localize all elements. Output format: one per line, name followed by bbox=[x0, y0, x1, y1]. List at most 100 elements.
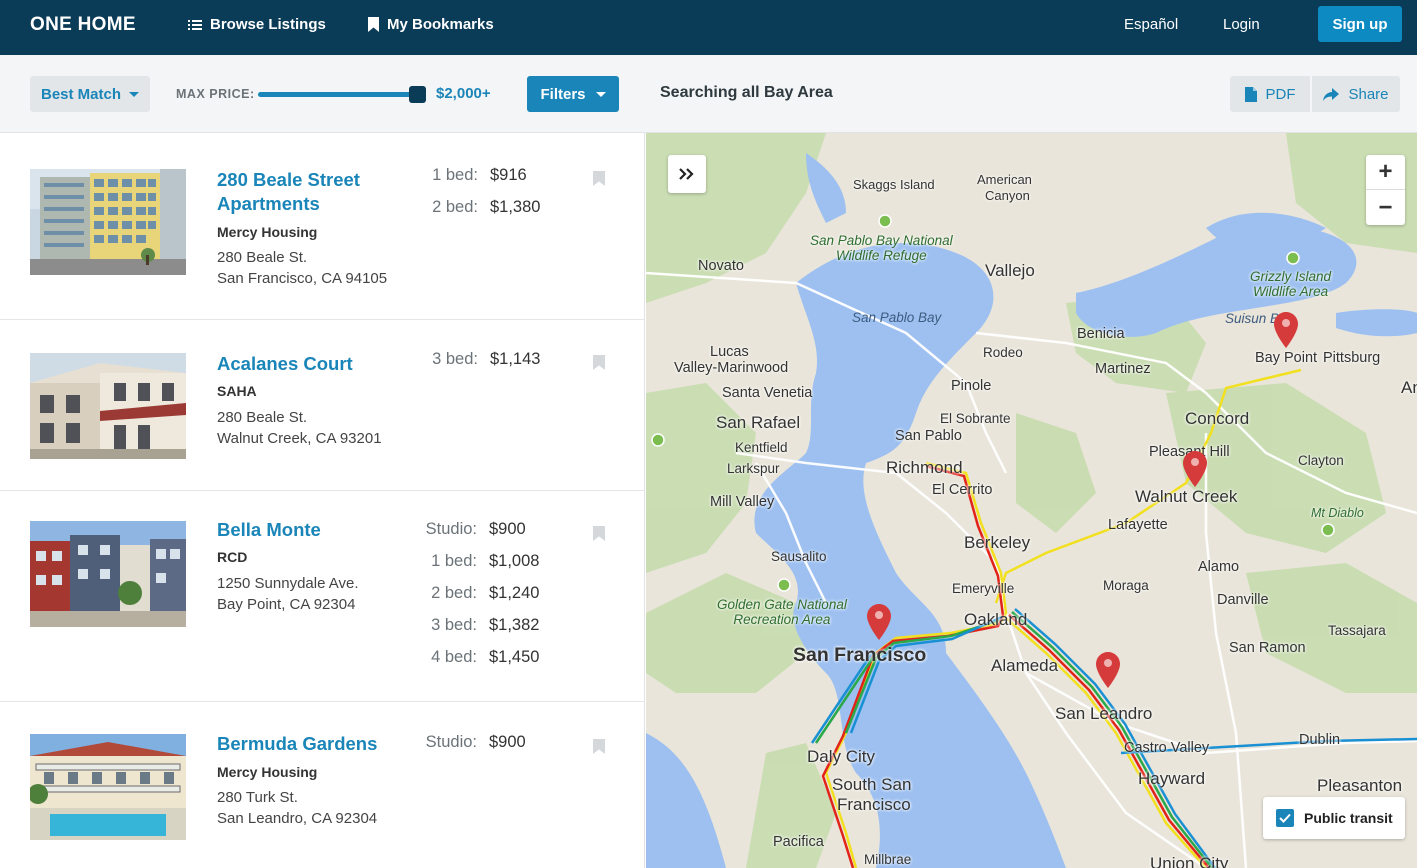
listing-name[interactable]: Bermuda Gardens bbox=[217, 732, 377, 756]
checkmark-icon bbox=[1279, 813, 1291, 823]
my-bookmarks-link[interactable]: My Bookmarks bbox=[368, 16, 494, 33]
map-label: Alameda bbox=[991, 656, 1059, 675]
price-row: 2 bed: $1,240 bbox=[397, 584, 557, 608]
browse-listings-label: Browse Listings bbox=[210, 16, 326, 33]
unit-price: $1,008 bbox=[489, 552, 540, 570]
sort-label: Best Match bbox=[40, 85, 122, 103]
map-label-line: Wildlife Area bbox=[1252, 284, 1329, 299]
map-label: Tassajara bbox=[1328, 623, 1386, 638]
unit-type: Studio: bbox=[425, 520, 477, 538]
map-label-line: Recreation Area bbox=[733, 612, 831, 627]
map-pin-icon[interactable] bbox=[1183, 451, 1207, 487]
zoom-out-button[interactable]: − bbox=[1366, 190, 1405, 225]
price-row: 3 bed: $1,382 bbox=[397, 616, 557, 640]
price-row: Studio: $900 bbox=[397, 520, 557, 544]
listing-address: 280 Turk St. San Leandro, CA 92304 bbox=[217, 787, 377, 829]
map-label: Concord bbox=[1185, 409, 1250, 428]
map-label: Daly City bbox=[807, 747, 876, 766]
map-label: San Ramon bbox=[1229, 640, 1306, 656]
map-label: Berkeley bbox=[964, 533, 1031, 552]
map-label-line: Wildlife Refuge bbox=[835, 248, 927, 263]
map-pin-icon[interactable] bbox=[1096, 652, 1120, 688]
listing-manager: RCD bbox=[217, 549, 248, 565]
listing-photo[interactable] bbox=[30, 521, 186, 627]
sort-dropdown[interactable]: Best Match bbox=[30, 76, 150, 112]
bookmark-icon[interactable] bbox=[593, 526, 605, 541]
listing-name-line2: Apartments bbox=[217, 193, 320, 214]
listing-name[interactable]: Bella Monte bbox=[217, 518, 321, 542]
map-label: American bbox=[977, 172, 1032, 187]
map-label: Bay Point bbox=[1255, 350, 1318, 366]
map-label: Skaggs Island bbox=[853, 177, 935, 192]
listing-name[interactable]: 280 Beale Street Apartments bbox=[217, 168, 360, 216]
map-label-line: Golden Gate National bbox=[717, 597, 847, 612]
map-pin-icon[interactable] bbox=[1274, 312, 1298, 348]
listing-photo[interactable] bbox=[30, 353, 186, 459]
listing-address: 280 Beale St. Walnut Creek, CA 93201 bbox=[217, 407, 382, 449]
transit-checkbox[interactable] bbox=[1276, 809, 1294, 827]
map-label: Francisco bbox=[837, 795, 911, 814]
filters-label: Filters bbox=[540, 85, 586, 103]
listing-card[interactable]: Bella Monte RCD 1250 Sunnydale Ave. Bay … bbox=[0, 491, 644, 702]
map-label: Union City bbox=[1150, 854, 1229, 868]
map-label: Larkspur bbox=[727, 461, 780, 476]
unit-price: $900 bbox=[489, 520, 526, 538]
listing-card[interactable]: Acalanes Court SAHA 280 Beale St. Walnut… bbox=[0, 320, 644, 491]
unit-price: $1,143 bbox=[490, 350, 541, 368]
share-label: Share bbox=[1348, 85, 1389, 103]
map-label: Oakland bbox=[964, 610, 1028, 629]
price-row: 1 bed: $1,008 bbox=[397, 552, 557, 576]
listing-address: 1250 Sunnydale Ave. Bay Point, CA 92304 bbox=[217, 573, 359, 615]
map-pin-icon[interactable] bbox=[867, 604, 891, 640]
chevron-down-icon bbox=[595, 91, 606, 97]
unit-price: $916 bbox=[490, 166, 527, 184]
listing-address-line2: Walnut Creek, CA 93201 bbox=[217, 430, 382, 447]
unit-price: $900 bbox=[489, 733, 526, 751]
bookmark-icon[interactable] bbox=[593, 739, 605, 754]
bookmark-icon bbox=[368, 17, 379, 32]
brand-logo[interactable]: ONE HOME bbox=[30, 14, 136, 36]
apartment-building-image bbox=[30, 169, 186, 275]
unit-price: $1,380 bbox=[490, 198, 541, 216]
unit-price: $1,382 bbox=[489, 616, 540, 634]
listing-manager: Mercy Housing bbox=[217, 224, 318, 240]
map-label-line: Grizzly Island bbox=[1250, 269, 1332, 284]
browse-listings-link[interactable]: Browse Listings bbox=[188, 16, 326, 33]
map-label: An bbox=[1401, 378, 1417, 397]
max-price-value: $2,000+ bbox=[436, 85, 491, 102]
listing-photo[interactable] bbox=[30, 169, 186, 275]
listing-photo[interactable] bbox=[30, 734, 186, 840]
expand-map-button[interactable] bbox=[668, 155, 706, 193]
filters-button[interactable]: Filters bbox=[527, 76, 619, 112]
listing-address-line1: 1250 Sunnydale Ave. bbox=[217, 575, 359, 592]
listing-card[interactable]: 280 Beale Street Apartments Mercy Housin… bbox=[0, 133, 644, 320]
zoom-control: + − bbox=[1366, 155, 1405, 225]
map-label: Pleasanton bbox=[1317, 776, 1403, 795]
share-button[interactable]: Share bbox=[1312, 76, 1400, 112]
pdf-button[interactable]: PDF bbox=[1230, 76, 1310, 112]
price-row: Studio: $900 bbox=[397, 733, 557, 757]
listing-card[interactable]: Bermuda Gardens Mercy Housing 280 Turk S… bbox=[0, 702, 644, 868]
language-link[interactable]: Español bbox=[1124, 16, 1178, 33]
login-link[interactable]: Login bbox=[1223, 16, 1260, 33]
map-label: San Pablo Bay National Wildlife Refuge bbox=[810, 233, 953, 263]
map-panel[interactable]: Skaggs Island American Canyon San Pablo … bbox=[646, 133, 1417, 868]
map-label: Millbrae bbox=[864, 852, 912, 867]
map-label: Castro Valley bbox=[1124, 740, 1210, 756]
signup-button[interactable]: Sign up bbox=[1318, 6, 1402, 42]
bookmark-icon[interactable] bbox=[593, 171, 605, 186]
listing-name-line1: 280 Beale Street bbox=[217, 169, 360, 190]
map-label: Danville bbox=[1217, 592, 1269, 608]
max-price-slider-handle[interactable] bbox=[409, 86, 426, 103]
chevron-down-icon bbox=[129, 91, 140, 97]
bookmark-icon[interactable] bbox=[593, 355, 605, 370]
max-price-slider-track[interactable] bbox=[258, 92, 418, 97]
map-label: Valley-Marinwood bbox=[674, 360, 789, 376]
zoom-in-button[interactable]: + bbox=[1366, 155, 1405, 190]
map-label: Golden Gate National Recreation Area bbox=[717, 597, 847, 627]
public-transit-toggle[interactable]: Public transit bbox=[1263, 797, 1405, 839]
top-nav: ONE HOME Browse Listings My Bookmarks Es… bbox=[0, 0, 1417, 55]
map-label: Novato bbox=[698, 258, 744, 274]
listing-name[interactable]: Acalanes Court bbox=[217, 352, 353, 376]
my-bookmarks-label: My Bookmarks bbox=[387, 16, 494, 33]
